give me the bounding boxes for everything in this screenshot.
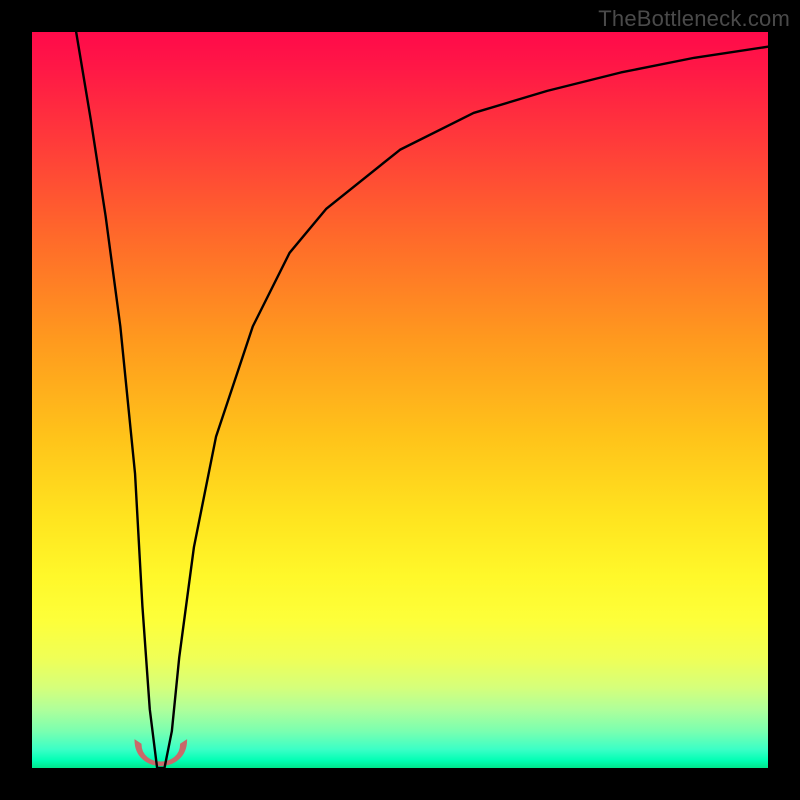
- curve-layer: [32, 32, 768, 768]
- chart-frame: TheBottleneck.com: [0, 0, 800, 800]
- plot-area: [32, 32, 768, 768]
- minimum-marker: [135, 740, 187, 766]
- bottleneck-curve: [76, 32, 768, 768]
- watermark-text: TheBottleneck.com: [598, 6, 790, 32]
- minimum-marker-shape: [135, 740, 187, 766]
